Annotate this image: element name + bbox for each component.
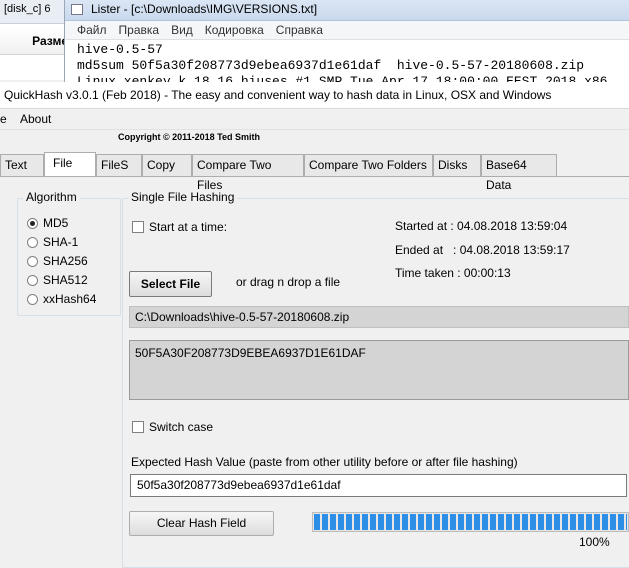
ended-at-label: Ended at : 04.08.2018 13:59:17 (395, 243, 570, 257)
hashing-progress-bar (312, 512, 629, 532)
expected-hash-input[interactable]: 50f5a30f208773d9ebea6937d1e61daf (130, 474, 627, 497)
lister-menubar: Файл Правка Вид Кодировка Справка (65, 21, 629, 40)
switch-case-label: Switch case (149, 420, 214, 434)
radio-md5[interactable] (27, 218, 38, 229)
tab-text[interactable]: Text (0, 154, 44, 176)
progress-percent-label: 100% (579, 535, 610, 549)
radio-xxhash64[interactable] (27, 294, 38, 305)
lister-window-icon (71, 4, 83, 15)
radio-md5-label: MD5 (43, 216, 69, 230)
lister-line: md5sum 50f5a30f208773d9ebea6937d1e61daf … (77, 58, 585, 73)
start-at-time-checkbox[interactable] (132, 221, 144, 233)
tab-file[interactable]: File (44, 152, 96, 177)
algorithm-group-label: Algorithm (23, 190, 80, 204)
lister-menu-file[interactable]: Файл (77, 23, 107, 37)
menu-file[interactable]: e (0, 112, 7, 126)
lister-titlebar: Lister - [c:\Downloads\IMG\VERSIONS.txt] (65, 0, 629, 21)
lister-window: Lister - [c:\Downloads\IMG\VERSIONS.txt]… (64, 0, 629, 89)
tab-compare-two-folders[interactable]: Compare Two Folders (304, 154, 433, 176)
lister-line: hive-0.5-57 (77, 42, 163, 57)
size-column-label: Разме (32, 34, 68, 48)
menubar: e About (0, 109, 629, 130)
hash-result-value: 50F5A30F208773D9EBEA6937D1E61DAF (135, 346, 366, 360)
tab-disks[interactable]: Disks (433, 154, 481, 176)
file-path-field[interactable]: C:\Downloads\hive-0.5-57-20180608.zip (129, 306, 629, 328)
radio-sha512[interactable] (27, 275, 38, 286)
lister-menu-view[interactable]: Вид (171, 23, 193, 37)
select-file-button[interactable]: Select File (129, 271, 212, 297)
lister-menu-edit[interactable]: Правка (119, 23, 160, 37)
lister-title: Lister - [c:\Downloads\IMG\VERSIONS.txt] (91, 2, 318, 16)
tab-files[interactable]: FileS (96, 154, 142, 176)
tab-strip-border (0, 176, 629, 177)
expected-hash-label: Expected Hash Value (paste from other ut… (131, 455, 518, 469)
tab-copy[interactable]: Copy (142, 154, 192, 176)
hash-result-field[interactable]: 50F5A30F208773D9EBEA6937D1E61DAF (129, 340, 629, 400)
single-file-hashing-label: Single File Hashing (128, 190, 238, 204)
file-manager-column-header[interactable]: Разме (0, 28, 70, 55)
quickhash-window: QuickHash v3.0.1 (Feb 2018) - The easy a… (0, 82, 629, 568)
radio-xxhash64-label: xxHash64 (43, 292, 97, 306)
quickhash-titlebar: QuickHash v3.0.1 (Feb 2018) - The easy a… (0, 82, 629, 109)
background-file-manager: [disk_c] 6 Разме (0, 0, 70, 80)
file-manager-drive-label: [disk_c] 6 (0, 0, 70, 24)
menu-about[interactable]: About (20, 112, 51, 126)
time-taken-label: Time taken : 00:00:13 (395, 266, 511, 280)
started-at-label: Started at : 04.08.2018 13:59:04 (395, 219, 568, 233)
copyright-label: Copyright © 2011-2018 Ted Smith (118, 132, 261, 142)
drag-drop-hint: or drag n drop a file (236, 275, 341, 289)
switch-case-checkbox[interactable] (132, 421, 144, 433)
tab-compare-two-files[interactable]: Compare Two Files (192, 154, 304, 192)
radio-sha256-label: SHA256 (43, 254, 88, 268)
lister-menu-encoding[interactable]: Кодировка (205, 23, 264, 37)
radio-sha1-label: SHA-1 (43, 235, 79, 249)
start-at-time-label: Start at a time: (149, 220, 228, 234)
tab-base64-data[interactable]: Base64 Data (481, 154, 557, 192)
clear-hash-field-button[interactable]: Clear Hash Field (129, 511, 274, 536)
lister-menu-help[interactable]: Справка (276, 23, 323, 37)
radio-sha512-label: SHA512 (43, 273, 88, 287)
window-title: QuickHash v3.0.1 (Feb 2018) - The easy a… (4, 88, 552, 102)
radio-sha256[interactable] (27, 256, 38, 267)
progress-bar-fill (314, 514, 627, 530)
radio-sha1[interactable] (27, 237, 38, 248)
